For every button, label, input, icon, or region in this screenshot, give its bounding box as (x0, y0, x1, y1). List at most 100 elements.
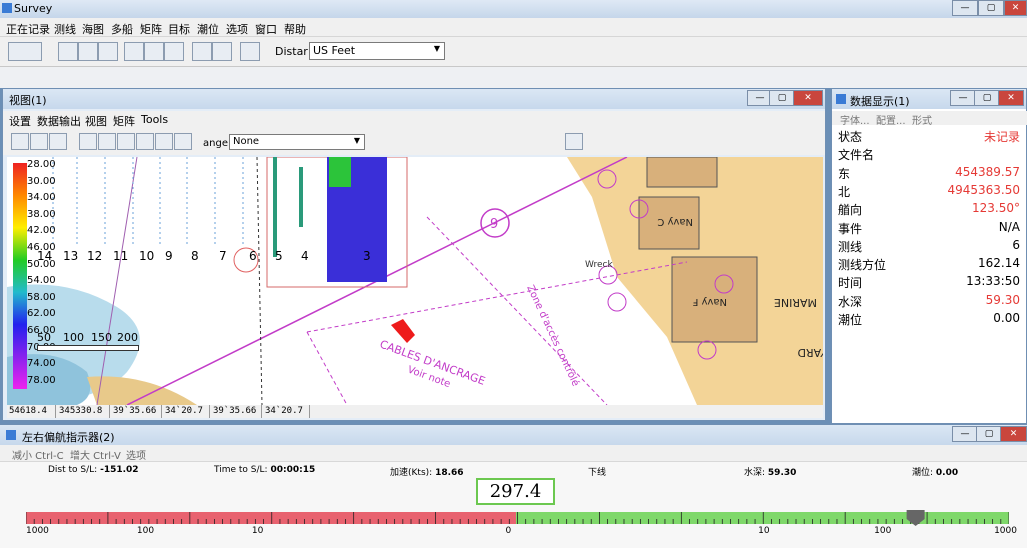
data-row-label: 北 (838, 184, 851, 199)
indicator-titlebar (0, 425, 1027, 445)
nautical-chart-canvas[interactable]: 9 CABLES D'ANCRAGE Zone d'accès contrôlé… (7, 157, 823, 405)
menu-options[interactable]: 选项 (226, 21, 248, 37)
data-window-title: 数据显示(1) (850, 95, 910, 108)
scale-tick-label: 1000 (26, 526, 49, 536)
metric-speed: 加速(Kts): 18.66 (390, 468, 464, 478)
data-menu-format[interactable]: 形式 (912, 112, 932, 127)
chart-label-navy-f: Navy F (692, 296, 727, 307)
chevron-down-icon: ▼ (353, 136, 360, 145)
view-close-icon[interactable]: ✕ (793, 90, 823, 106)
data-row: 艏向 123.50° (838, 200, 1024, 218)
offset-scale-svg (25, 510, 1010, 526)
target-pick-button[interactable] (174, 133, 192, 150)
indicator-close-icon[interactable]: ✕ (1000, 426, 1027, 442)
range-select[interactable]: None ▼ (229, 134, 365, 150)
route-forward-button[interactable] (144, 42, 164, 61)
boat-tool-button[interactable] (58, 42, 78, 61)
data-row: 水深 59.30 (838, 292, 1024, 310)
chart-label-navy-c: Navy C (657, 216, 693, 227)
chevron-down-icon: ▼ (433, 44, 440, 53)
zoom-extent-button[interactable] (11, 133, 29, 150)
pan-button[interactable] (117, 133, 135, 150)
coord-lon-2: 34`20.7 (263, 405, 310, 418)
chart-label-marine: MARINE (774, 296, 817, 309)
scale-tick-label: 100 (136, 526, 155, 536)
main-menubar: 正在记录 测线 海图 多船 矩阵 目标 潮位 选项 窗口 帮助 (0, 18, 1027, 36)
increase-menu-item[interactable]: 增大 Ctrl-V (70, 447, 121, 462)
indicator-minimize-icon[interactable]: — (952, 426, 978, 442)
data-row: 东 454389.57 (838, 164, 1024, 182)
app-icon (2, 3, 12, 13)
tide-down-button[interactable] (212, 42, 232, 61)
distance-unit-select[interactable]: US Feet ▼ (309, 42, 445, 60)
zoom-out-button[interactable] (49, 133, 67, 150)
edit-button[interactable] (155, 133, 173, 150)
data-display-window: 数据显示(1) — ▢ ✕ 字体... 配置... 形式 状态 未记录 文件名东 45… (831, 88, 1027, 424)
data-row-value: 0.00 (993, 311, 1020, 325)
route-back-button[interactable] (124, 42, 144, 61)
coord-lat: 39`35.66 (111, 405, 162, 418)
data-row-label: 事件 (838, 221, 863, 236)
metric-dist-to-sl: Dist to S/L: -151.02 (48, 465, 139, 475)
view-toolbar (3, 127, 825, 155)
menu-multiboat[interactable]: 多船 (111, 21, 133, 37)
zoom-in-button[interactable] (30, 133, 48, 150)
chart-label-yard: YARD (797, 346, 823, 359)
close-icon[interactable]: ✕ (1004, 0, 1027, 16)
data-row-label: 测线 (838, 239, 863, 254)
offset-scale (25, 510, 1010, 526)
view-maximize-icon[interactable]: ▢ (769, 90, 795, 106)
scale-tick-label: 0 (505, 526, 512, 536)
app-title: Survey (14, 2, 53, 15)
distance-unit-value: US Feet (313, 44, 356, 57)
main-titlebar: Survey — ▢ ✕ (0, 0, 1027, 18)
menu-help[interactable]: 帮助 (284, 21, 306, 37)
record-toggle-button[interactable] (8, 42, 42, 61)
decrease-menu-item[interactable]: 减小 Ctrl-C (12, 447, 64, 462)
draw-line-button[interactable] (240, 42, 260, 61)
data-row-value: 13:33:50 (966, 274, 1020, 289)
data-menu-font[interactable]: 字体... (840, 112, 870, 127)
indicator-options-menu-item[interactable]: 选项 (126, 447, 146, 462)
mark-button[interactable] (136, 133, 154, 150)
measure-button[interactable] (98, 133, 116, 150)
north-building (646, 157, 718, 188)
menu-recording[interactable]: 正在记录 (6, 21, 50, 37)
circle-tool-button[interactable] (98, 42, 118, 61)
data-row: 时间 13:33:50 (838, 273, 1024, 291)
chart-svg: 9 CABLES D'ANCRAGE Zone d'accès contrôlé… (7, 157, 823, 405)
menu-tide[interactable]: 潮位 (197, 21, 219, 37)
data-row-label: 时间 (838, 276, 863, 291)
data-close-icon[interactable]: ✕ (998, 90, 1024, 106)
view-menubar: 设置 数据输出 视图 矩阵 Tools (3, 111, 825, 128)
tide-up-button[interactable] (192, 42, 212, 61)
menu-matrix[interactable]: 矩阵 (140, 21, 162, 37)
coord-lat-2: 39`35.66 (211, 405, 262, 418)
data-minimize-icon[interactable]: — (950, 90, 976, 106)
target-tool-button[interactable] (78, 42, 98, 61)
view-menu-tools[interactable]: Tools (141, 113, 168, 126)
data-row-value: 未记录 (983, 130, 1020, 144)
data-maximize-icon[interactable]: ▢ (974, 90, 1000, 106)
maximize-icon[interactable]: ▢ (978, 0, 1004, 16)
sonar-ping-column (299, 167, 303, 227)
coord-x: 54618.4 (7, 405, 56, 418)
coordinate-bar: 54618.4 345330.8 39`35.66 34`20.7 39`35.… (7, 405, 823, 418)
scale-tick-label: 1000 (994, 526, 1017, 536)
minimize-icon[interactable]: — (952, 0, 978, 16)
select-pointer-button[interactable] (79, 133, 97, 150)
data-menu-config[interactable]: 配置... (876, 112, 906, 127)
menu-line[interactable]: 测线 (54, 21, 76, 37)
menu-target[interactable]: 目标 (168, 21, 190, 37)
data-row: 潮位 0.00 (838, 310, 1024, 328)
indicator-maximize-icon[interactable]: ▢ (976, 426, 1002, 442)
print-button[interactable] (565, 133, 583, 150)
data-row-label: 文件名 (838, 148, 875, 163)
route-loop-button[interactable] (164, 42, 184, 61)
menu-window[interactable]: 窗口 (255, 21, 277, 37)
data-row-value: 123.50° (972, 201, 1020, 216)
menu-chart[interactable]: 海图 (82, 21, 104, 37)
data-window-icon (836, 94, 846, 104)
data-row: 北 4945363.50 (838, 182, 1024, 200)
chart-label-wreck: Wreck (585, 260, 613, 270)
